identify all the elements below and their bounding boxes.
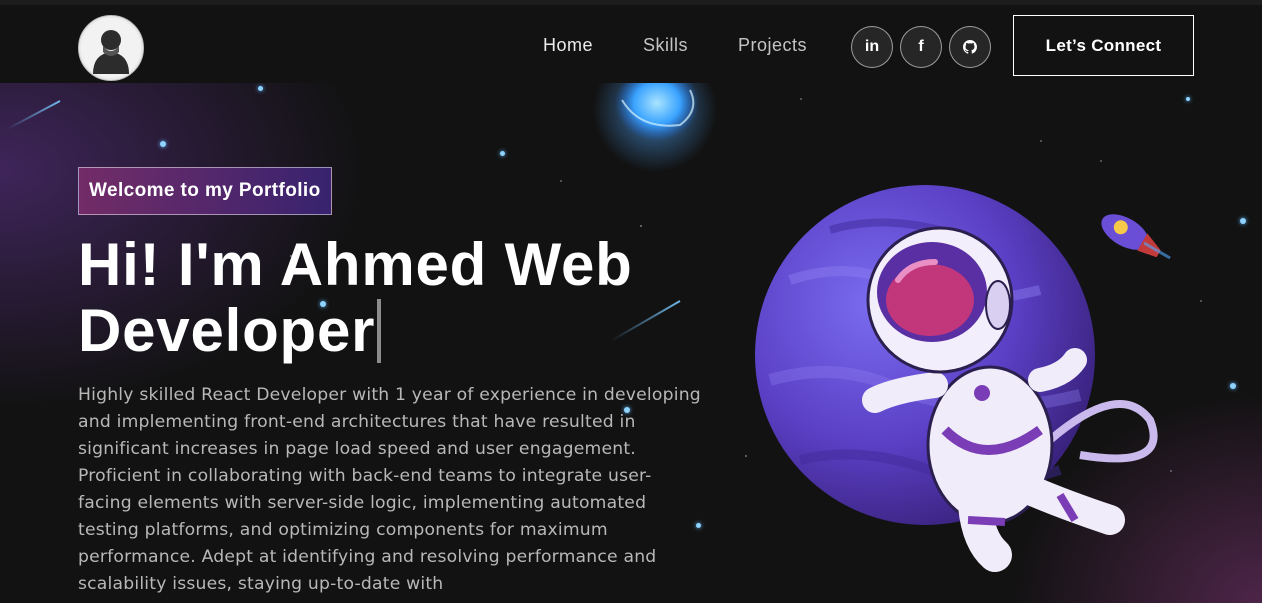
lets-connect-button[interactable]: Let’s Connect [1013,15,1194,76]
github-icon [963,40,977,54]
headline-text: Hi! I'm Ahmed Web Developer [78,231,633,364]
facebook-icon: f [918,38,924,55]
nav-links: Home Skills Projects [543,35,857,56]
github-button[interactable] [949,26,991,68]
typing-cursor [377,299,382,363]
welcome-tagline: Welcome to my Portfolio [78,167,332,215]
navbar: Home Skills Projects in f Let’s Connect [0,5,1262,83]
logo-avatar[interactable] [78,15,144,81]
nav-link-skills[interactable]: Skills [643,35,688,56]
hero-headline: Hi! I'm Ahmed Web Developer [78,232,718,364]
avatar-icon [81,18,141,78]
nav-link-home[interactable]: Home [543,35,593,56]
linkedin-button[interactable]: in [851,26,893,68]
nav-link-projects[interactable]: Projects [738,35,807,56]
rocket [1101,214,1171,260]
hero-description: Highly skilled React Developer with 1 ye… [78,385,701,594]
portfolio-page: Home Skills Projects in f Let’s Connect … [0,0,1262,603]
social-links: in f [851,26,998,68]
linkedin-icon: in [864,38,880,55]
facebook-button[interactable]: f [900,26,942,68]
